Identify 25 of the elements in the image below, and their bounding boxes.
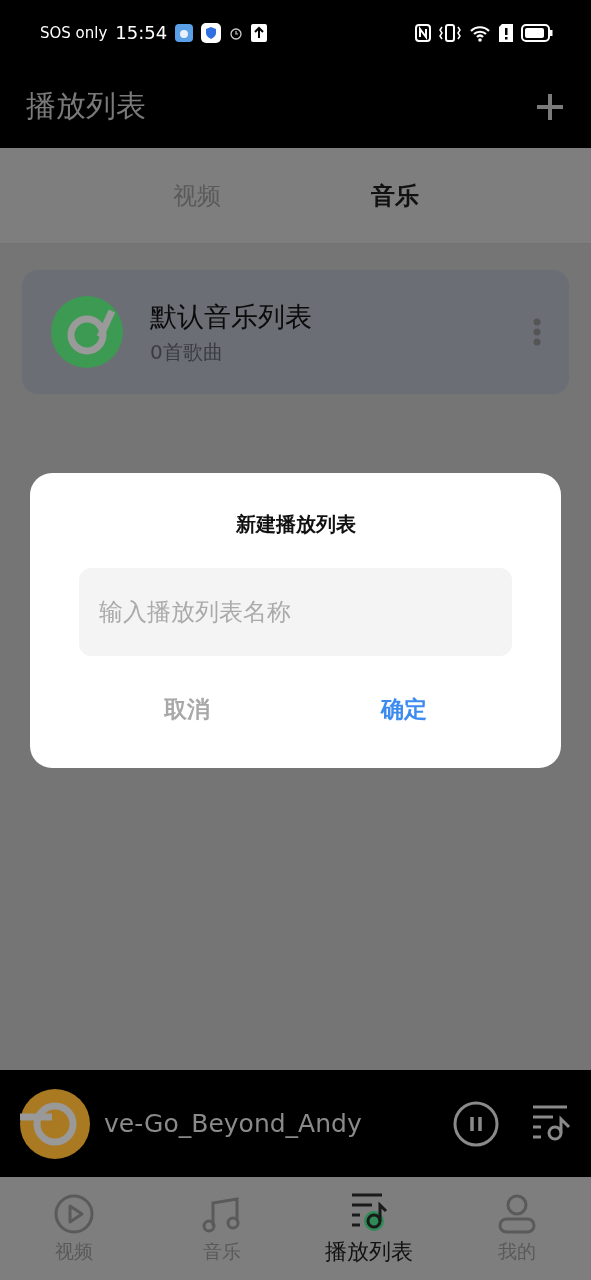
weather-app-icon <box>175 23 194 42</box>
clock: 15:54 <box>115 22 168 43</box>
cancel-button[interactable]: 取消 <box>79 686 296 733</box>
play-icon <box>52 1192 95 1235</box>
upload-icon <box>251 23 268 42</box>
nav-tab[interactable]: 播放列表 <box>295 1177 444 1280</box>
name-input-field[interactable]: 输入播放列表名称 <box>79 568 512 656</box>
dialog-title: 新建播放列表 <box>235 511 356 538</box>
music-disc-icon <box>50 295 124 369</box>
shield-icon <box>201 22 222 43</box>
song-title: ve-Go_Beyond_Andy <box>104 1109 363 1138</box>
vibrate-icon <box>439 22 461 43</box>
pause-button[interactable] <box>453 1100 499 1147</box>
sim-alert-icon <box>499 23 513 42</box>
carrier-text: SOS only <box>40 23 108 42</box>
album-art <box>20 1088 90 1159</box>
confirm-button[interactable]: 确定 <box>295 686 512 733</box>
battery-icon <box>521 23 553 42</box>
add-button[interactable] <box>535 91 565 122</box>
alarm-icon <box>229 25 244 40</box>
nfc-icon <box>415 23 431 42</box>
playlist-name: 默认音乐列表 <box>150 299 313 334</box>
tab[interactable]: 音乐 <box>370 179 419 212</box>
page-title: 播放列表 <box>26 87 146 125</box>
wifi-icon <box>469 23 491 42</box>
